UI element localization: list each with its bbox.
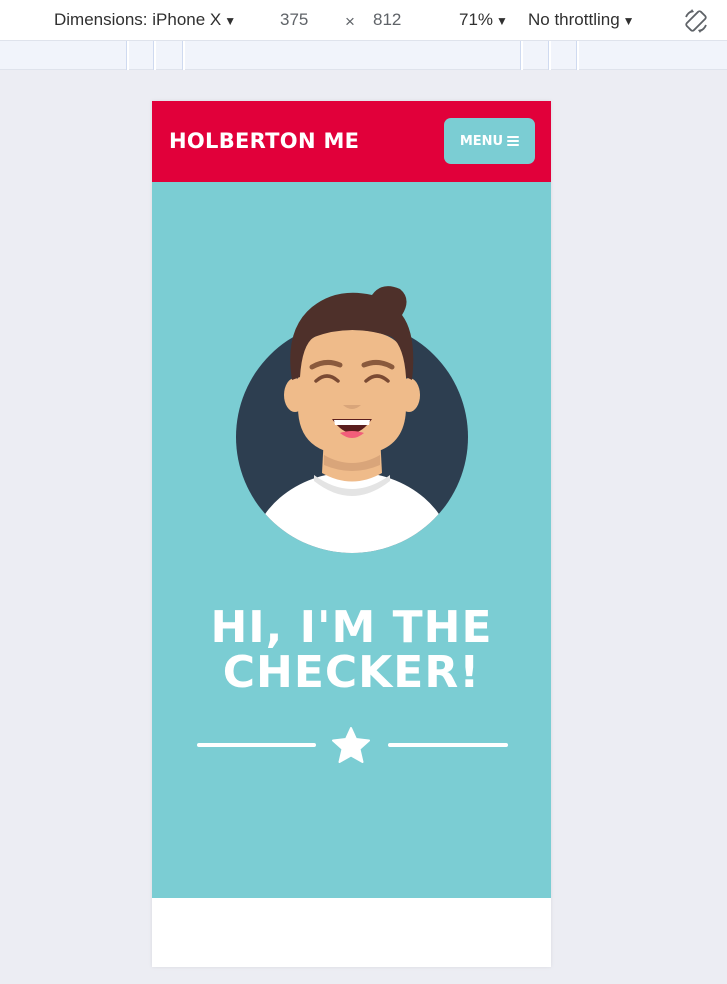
dropdown-caret-icon: ▼ [496,14,508,28]
hero-title: HI, I'M THE CHECKER! [210,602,493,698]
hero-section: HI, I'M THE CHECKER! [152,182,551,898]
device-viewport: HOLBERTON ME MENU HI, I'M THE CHECKER! [152,101,551,967]
device-label: Dimensions: iPhone X [54,10,222,29]
width-input[interactable]: 375 [280,10,308,30]
dropdown-caret-icon: ▼ [622,14,635,28]
ruler-segment[interactable] [576,41,579,70]
ruler-segment[interactable] [520,41,523,70]
hamburger-icon [507,135,520,147]
times-sign: × [345,12,355,31]
avatar [232,285,472,555]
throttle-dropdown[interactable]: No throttling ▼ [528,10,635,30]
site-header: HOLBERTON ME MENU [152,101,551,182]
ruler-segment[interactable] [548,41,551,70]
media-query-ruler[interactable] [0,40,727,70]
ruler-segment[interactable] [126,41,129,70]
star-icon [332,727,370,763]
brand-logo-text[interactable]: HOLBERTON ME [169,129,359,153]
zoom-label: 71% [459,10,494,29]
devtools-toolbar: Dimensions: iPhone X ▼ 375 × 812 71% ▼ No … [0,0,727,40]
throttle-label: No throttling [528,10,620,29]
ruler-segment[interactable] [182,41,185,70]
rotate-icon[interactable] [683,8,709,34]
dropdown-caret-icon: ▼ [224,14,237,28]
height-input[interactable]: 812 [373,10,401,30]
menu-button[interactable]: MENU [444,118,535,164]
menu-label: MENU [459,133,504,149]
divider-line-right [388,743,508,747]
ruler-segment[interactable] [153,41,156,70]
zoom-dropdown[interactable]: 71% ▼ [459,10,508,30]
device-dropdown[interactable]: Dimensions: iPhone X ▼ [54,10,236,30]
divider-line-left [197,743,316,747]
